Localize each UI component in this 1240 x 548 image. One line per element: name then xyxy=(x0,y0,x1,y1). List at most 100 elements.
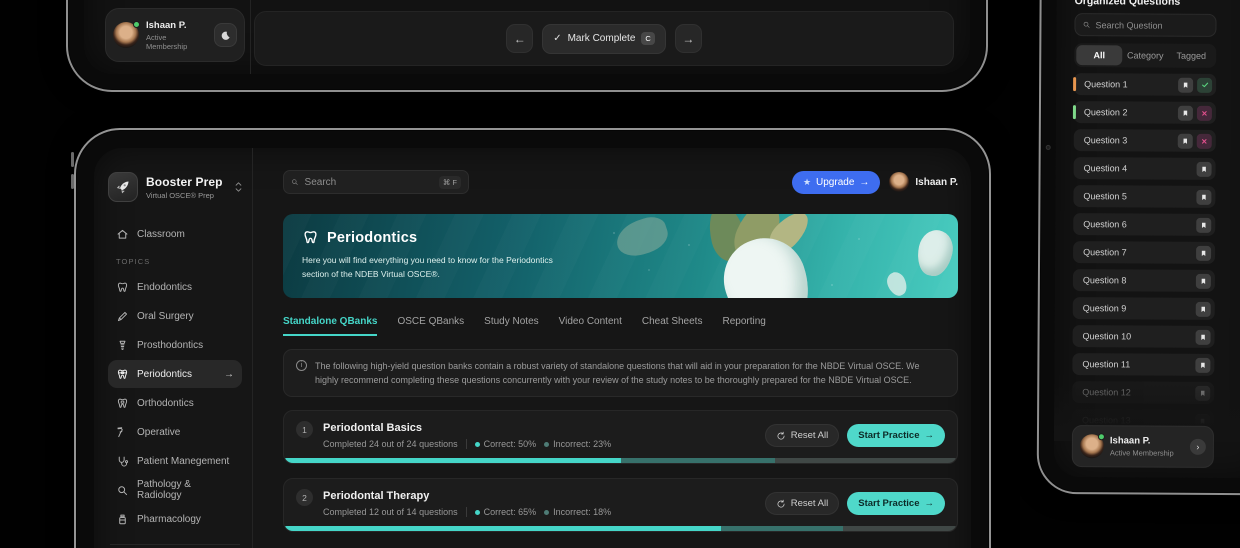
sidebar-item-orthodontics[interactable]: Orthodontics xyxy=(108,389,242,417)
stethoscope-icon xyxy=(118,456,129,467)
main-content: ⌘ F ★ Upgrade → Ishaan P. xyxy=(253,148,971,548)
tab-standalone-qbanks[interactable]: Standalone QBanks xyxy=(283,316,378,336)
question-row[interactable]: Question 12 xyxy=(1072,381,1215,404)
sidebar-item-oral-surgery[interactable]: Oral Surgery xyxy=(108,302,242,330)
bookmark-icon[interactable] xyxy=(1196,189,1212,205)
qbank-card-periodontal-basics: 1 Periodontal Basics Completed 24 out of… xyxy=(283,410,958,464)
sidebar-item-classroom[interactable]: Classroom xyxy=(108,220,242,248)
reset-icon xyxy=(777,499,785,507)
question-row[interactable]: Question 8 xyxy=(1072,269,1215,292)
bookmark-icon[interactable] xyxy=(1195,357,1211,373)
tooth-braces-icon xyxy=(117,369,128,379)
correct-dot xyxy=(474,510,480,515)
info-note-text: The following high-yield question banks … xyxy=(315,361,920,385)
sidebar-item-pharmacology[interactable]: Pharmacology xyxy=(108,505,242,533)
search-icon xyxy=(1083,21,1090,28)
filter-all[interactable]: All xyxy=(1076,45,1123,66)
shortcut-badge: C xyxy=(641,32,655,45)
dark-mode-toggle[interactable] xyxy=(213,23,237,47)
question-row[interactable]: Question 11 xyxy=(1072,353,1215,376)
bookmark-icon[interactable] xyxy=(1195,385,1211,401)
bookmark-icon[interactable] xyxy=(1195,273,1211,289)
search-input[interactable] xyxy=(304,176,433,188)
app-name: Booster Prep xyxy=(146,174,223,189)
sidebar-item-periodontics[interactable]: Periodontics → xyxy=(108,360,242,388)
flag-accent-green xyxy=(1072,105,1076,120)
divider xyxy=(250,0,251,74)
bookmark-icon[interactable] xyxy=(1177,105,1193,121)
header-user[interactable]: Ishaan P. xyxy=(889,172,958,192)
qbank-title: Periodontal Basics xyxy=(323,422,423,434)
tab-cheat-sheets[interactable]: Cheat Sheets xyxy=(642,316,703,336)
tab-osce-qbanks[interactable]: OSCE QBanks xyxy=(397,316,464,336)
stage: ← ✓ Mark Complete C → Ishaan P. Active M… xyxy=(0,0,1240,548)
mark-complete-button[interactable]: ✓ Mark Complete C xyxy=(542,23,666,54)
correct-check-icon xyxy=(1197,77,1213,93)
bookmark-icon[interactable] xyxy=(1177,133,1193,149)
sidebar-item-prosthodontics[interactable]: Prosthodontics xyxy=(108,331,242,359)
arrow-left-icon: ← xyxy=(513,31,526,46)
question-row[interactable]: Question 4 xyxy=(1073,157,1216,180)
search-bar[interactable]: ⌘ F xyxy=(283,170,469,194)
volume-button xyxy=(71,174,74,189)
info-note: i The following high-yield question bank… xyxy=(283,349,958,397)
bookmark-icon[interactable] xyxy=(1195,329,1211,345)
chevron-right-icon[interactable]: › xyxy=(1189,438,1206,455)
question-row[interactable]: Question 3 xyxy=(1073,129,1216,152)
question-row[interactable]: Question 7 xyxy=(1073,241,1216,264)
question-row[interactable]: Question 5 xyxy=(1073,185,1216,208)
home-icon xyxy=(117,229,128,239)
question-row[interactable]: Question 6 xyxy=(1073,213,1216,236)
sidebar: Booster Prep Virtual OSCE® Prep Classroo… xyxy=(94,148,253,548)
start-practice-button[interactable]: Start Practice → xyxy=(847,492,945,515)
phone-user-card[interactable]: Ishaan P. Active Membership › xyxy=(1071,425,1215,468)
check-icon: ✓ xyxy=(553,33,562,44)
magnifier-icon xyxy=(118,485,128,495)
bookmark-icon[interactable] xyxy=(1196,217,1212,233)
arrow-right-icon: → xyxy=(224,368,234,380)
info-icon: i xyxy=(296,360,307,371)
question-row[interactable]: Question 9 xyxy=(1072,297,1215,320)
bookmark-icon[interactable] xyxy=(1196,245,1212,261)
reset-all-button[interactable]: Reset All xyxy=(764,492,840,515)
bookmark-icon[interactable] xyxy=(1178,77,1194,93)
tab-video-content[interactable]: Video Content xyxy=(559,316,622,336)
progress-incorrect-segment xyxy=(721,526,843,531)
qbank-number-badge: 1 xyxy=(296,421,313,438)
question-row[interactable]: Question 10 xyxy=(1072,325,1215,348)
content-tabs: Standalone QBanks OSCE QBanks Study Note… xyxy=(283,316,958,336)
bookmark-icon[interactable] xyxy=(1195,301,1211,317)
user-name: Ishaan P. xyxy=(1109,435,1151,447)
reset-all-button[interactable]: Reset All xyxy=(764,424,840,447)
question-search-input[interactable] xyxy=(1095,19,1209,31)
bookmark-icon[interactable] xyxy=(1196,161,1212,177)
user-card[interactable]: Ishaan P. Active Membership xyxy=(105,8,245,62)
upgrade-button[interactable]: ★ Upgrade → xyxy=(791,170,881,194)
sidebar-item-label: Periodontics xyxy=(137,368,193,380)
question-row[interactable]: Question 2 xyxy=(1072,101,1217,124)
main-screen: Booster Prep Virtual OSCE® Prep Classroo… xyxy=(94,148,971,548)
correct-dot xyxy=(474,442,480,447)
brand-switcher[interactable]: Booster Prep Virtual OSCE® Prep xyxy=(108,172,242,202)
sidebar-item-patient-management[interactable]: Patient Manegement xyxy=(108,447,242,475)
sidebar-item-pathology-radiology[interactable]: Pathology & Radiology xyxy=(108,476,242,504)
avatar xyxy=(889,172,910,192)
arrow-right-icon: → xyxy=(924,430,935,441)
drill-icon xyxy=(117,426,123,437)
filter-category[interactable]: Category xyxy=(1122,45,1168,65)
question-row[interactable]: Question 1 xyxy=(1073,73,1217,96)
sidebar-item-endodontics[interactable]: Endodontics xyxy=(108,273,242,301)
start-practice-button[interactable]: Start Practice → xyxy=(847,424,945,447)
online-status-dot xyxy=(1097,433,1105,441)
top-device-frame: ← ✓ Mark Complete C → Ishaan P. Active M… xyxy=(66,0,988,92)
qbank-completed-text: Completed 24 out of 24 questions xyxy=(323,439,458,449)
tab-study-notes[interactable]: Study Notes xyxy=(484,316,538,336)
next-question-button[interactable]: → xyxy=(674,24,702,53)
question-search-bar[interactable] xyxy=(1074,13,1217,37)
previous-question-button[interactable]: ← xyxy=(506,24,534,53)
filter-tagged[interactable]: Tagged xyxy=(1168,46,1214,66)
rocket-icon xyxy=(108,172,138,202)
sidebar-item-operative[interactable]: Operative xyxy=(108,418,242,446)
topbar: ⌘ F ★ Upgrade → Ishaan P. xyxy=(283,170,958,194)
tab-reporting[interactable]: Reporting xyxy=(722,316,765,336)
